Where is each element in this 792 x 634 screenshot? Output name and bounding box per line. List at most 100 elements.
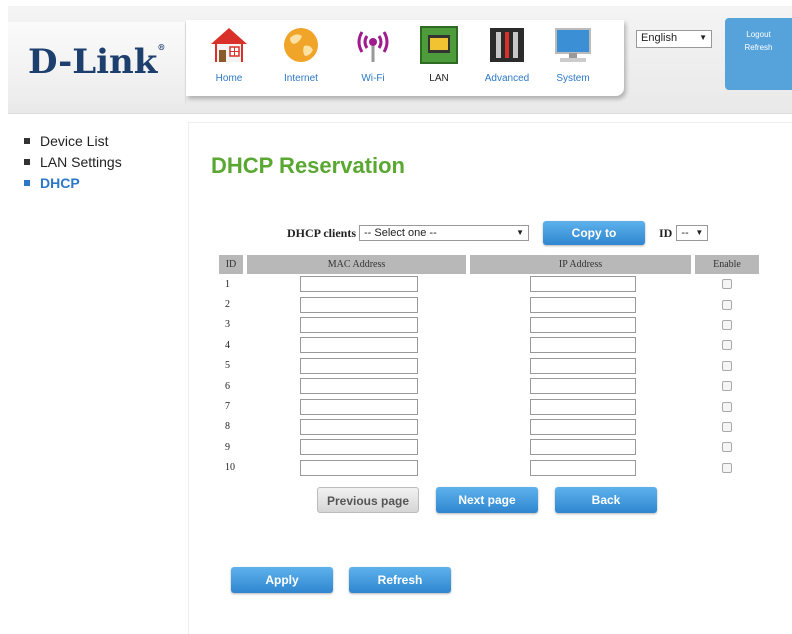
refresh-button[interactable]: Refresh (349, 567, 451, 593)
mac-address-input[interactable] (299, 296, 418, 313)
row-id: 10 (225, 462, 235, 474)
ip-address-input[interactable] (529, 418, 636, 435)
nav-lan[interactable]: LAN (408, 24, 470, 84)
enable-cell (695, 279, 759, 290)
id-label: ID (659, 225, 673, 240)
main-content: DHCP Reservation DHCP clients -- Select … (188, 122, 792, 634)
home-icon (211, 28, 247, 62)
enable-checkbox[interactable] (722, 319, 732, 330)
enable-checkbox[interactable] (722, 340, 732, 351)
logo-box: D-Link® (8, 22, 186, 104)
bullet-icon (24, 138, 30, 144)
row-id: 8 (225, 421, 230, 433)
sidebar-item-dhcp[interactable]: DHCP (24, 175, 122, 191)
enable-cell (695, 462, 759, 473)
enable-checkbox[interactable] (722, 381, 732, 392)
enable-checkbox[interactable] (722, 401, 732, 412)
logout-link[interactable]: Logout (725, 30, 792, 39)
page-title: DHCP Reservation (211, 153, 405, 178)
mac-address-input[interactable] (299, 418, 418, 435)
table-row: 1 (219, 274, 759, 294)
nav-label: System (556, 73, 590, 84)
nav-advanced[interactable]: Advanced (476, 24, 538, 84)
row-id: 6 (225, 380, 230, 392)
language-value: English (641, 32, 678, 44)
enable-checkbox[interactable] (722, 299, 732, 310)
bullet-icon (24, 180, 30, 186)
enable-checkbox[interactable] (722, 462, 732, 473)
row-id: 2 (225, 299, 230, 311)
pager: Previous page Next page Back (317, 487, 657, 513)
refresh-link[interactable]: Refresh (725, 43, 792, 52)
enable-cell (695, 381, 759, 392)
enable-checkbox[interactable] (722, 442, 732, 453)
dhcp-clients-select[interactable]: -- Select one -- ▼ (359, 225, 529, 241)
table-row: 8 (219, 417, 759, 437)
mac-address-input[interactable] (299, 459, 418, 476)
header: D-Link® Home Internet Wi-Fi LAN Advanced… (0, 0, 792, 120)
copy-to-button[interactable]: Copy to (543, 221, 645, 245)
mac-address-input[interactable] (299, 378, 418, 395)
ip-cell (470, 296, 695, 313)
mac-address-input[interactable] (299, 398, 418, 415)
row-id: 4 (225, 339, 230, 351)
header-mac: MAC Address (247, 255, 466, 274)
ip-cell (470, 337, 695, 354)
mac-address-input[interactable] (299, 439, 418, 456)
ip-address-input[interactable] (529, 316, 636, 333)
mac-cell (247, 378, 470, 395)
mac-address-input[interactable] (299, 357, 418, 374)
dropdown-arrow-icon: ▼ (516, 228, 524, 237)
dlink-logo: D-Link® (28, 42, 166, 82)
monitor-icon (555, 28, 591, 62)
wifi-icon (357, 31, 389, 62)
table-body: 1 2 3 4 5 6 7 8 9 10 (219, 274, 759, 478)
enable-checkbox[interactable] (722, 360, 732, 371)
language-select[interactable]: English ▼ (636, 30, 712, 48)
dropdown-arrow-icon: ▼ (695, 228, 704, 237)
ip-cell (470, 357, 695, 374)
enable-checkbox[interactable] (722, 279, 732, 290)
ip-cell (470, 316, 695, 333)
apply-button[interactable]: Apply (231, 567, 333, 593)
sidebar-item-device-list[interactable]: Device List (24, 133, 122, 149)
sidebar-item-lan-settings[interactable]: LAN Settings (24, 154, 122, 170)
ip-address-input[interactable] (529, 439, 636, 456)
ip-address-input[interactable] (529, 459, 636, 476)
nav-home[interactable]: Home (198, 24, 260, 84)
mac-address-input[interactable] (299, 337, 418, 354)
header-ip: IP Address (470, 255, 691, 274)
sidebar-item-label: LAN Settings (40, 154, 122, 170)
enable-cell (695, 340, 759, 351)
mac-cell (247, 296, 470, 313)
mac-cell (247, 439, 470, 456)
globe-icon (284, 28, 318, 62)
ip-cell (470, 378, 695, 395)
mac-address-input[interactable] (299, 276, 418, 293)
nav-label: Advanced (484, 73, 530, 84)
next-page-button[interactable]: Next page (436, 487, 538, 513)
mac-cell (247, 418, 470, 435)
ip-address-input[interactable] (529, 378, 636, 395)
lan-icon (420, 26, 458, 64)
ip-address-input[interactable] (529, 337, 636, 354)
ip-address-input[interactable] (529, 398, 636, 415)
ip-cell (470, 398, 695, 415)
ip-address-input[interactable] (529, 357, 636, 374)
previous-page-button[interactable]: Previous page (317, 487, 419, 513)
ip-address-input[interactable] (529, 296, 636, 313)
enable-checkbox[interactable] (722, 421, 732, 432)
nav-system[interactable]: System (542, 24, 604, 84)
sidebar-item-label: DHCP (40, 175, 80, 191)
ip-cell (470, 418, 695, 435)
mac-address-input[interactable] (299, 316, 418, 333)
table-row: 5 (219, 356, 759, 376)
nav-internet[interactable]: Internet (270, 24, 332, 84)
back-button[interactable]: Back (555, 487, 657, 513)
id-select[interactable]: -- ▼ (676, 225, 709, 241)
row-id: 3 (225, 319, 230, 331)
ip-address-input[interactable] (529, 276, 636, 293)
nav-wifi[interactable]: Wi-Fi (342, 24, 404, 84)
table-row: 3 (219, 315, 759, 335)
top-actions: Logout Refresh (725, 18, 792, 90)
